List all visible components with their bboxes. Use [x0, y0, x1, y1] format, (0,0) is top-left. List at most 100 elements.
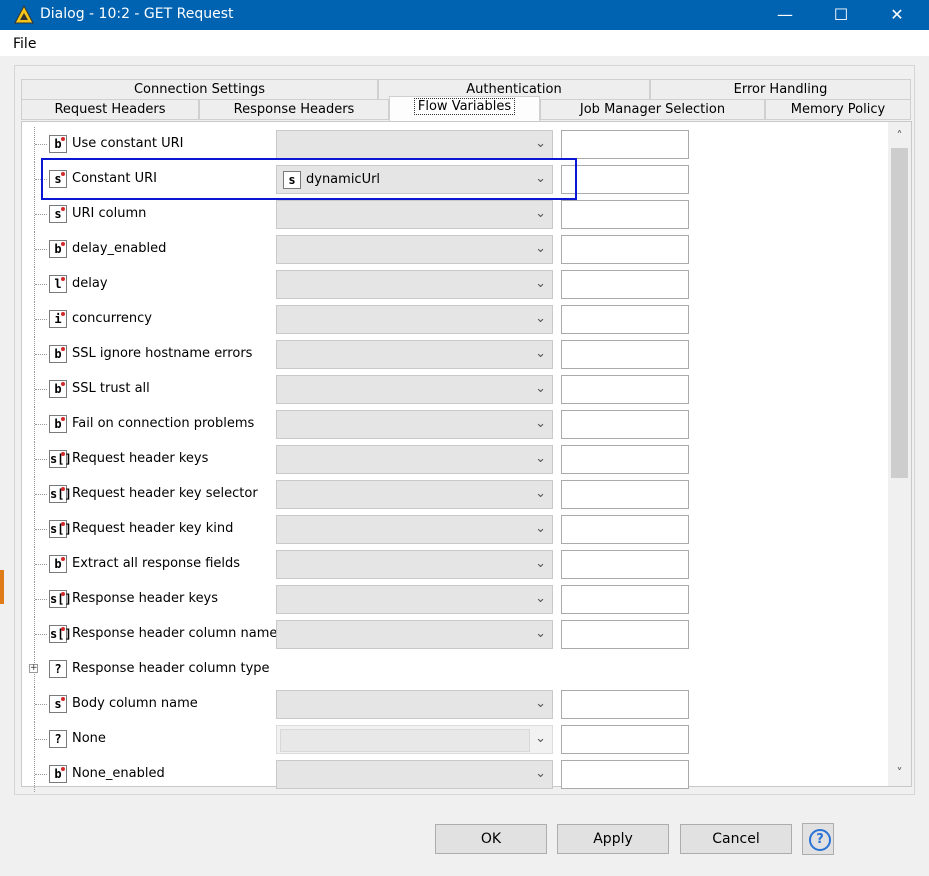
variable-name-field[interactable] [561, 760, 689, 789]
tree-branch [35, 214, 47, 215]
variable-name-field[interactable] [561, 375, 689, 404]
tree-branch [35, 634, 47, 635]
variable-select[interactable]: ⌄ [276, 270, 553, 299]
scroll-thumb[interactable] [891, 148, 908, 478]
variable-select[interactable]: ⌄ [276, 445, 553, 474]
tree-branch [35, 774, 47, 775]
tab-label: Request Headers [54, 102, 166, 117]
variable-name-field[interactable] [561, 410, 689, 439]
tab-label: Authentication [466, 82, 562, 97]
variable-label: delay [72, 276, 108, 291]
type-dot [61, 277, 65, 281]
variable-name-field[interactable] [561, 200, 689, 229]
tab-memory-policy[interactable]: Memory Policy [765, 99, 911, 120]
scroll-down-icon[interactable]: ˅ [888, 763, 911, 783]
type-b-icon: b [49, 555, 67, 573]
tab-label: Error Handling [733, 82, 828, 97]
variable-name-field[interactable] [561, 585, 689, 614]
variable-name-field[interactable] [561, 165, 689, 194]
tab-request-headers[interactable]: Request Headers [21, 99, 199, 120]
chevron-down-icon: ⌄ [535, 591, 546, 606]
variable-name-field[interactable] [561, 445, 689, 474]
variable-name-field[interactable] [561, 130, 689, 159]
variable-label: delay_enabled [72, 241, 167, 256]
variable-label: Response header column type [72, 661, 270, 676]
tab-flow-variables[interactable]: Flow Variables [389, 96, 540, 121]
tab-job-manager-selection[interactable]: Job Manager Selection [540, 99, 765, 120]
chevron-down-icon: ⌄ [535, 521, 546, 536]
type-s-array-icon: s[] [49, 520, 72, 538]
tab-error-handling[interactable]: Error Handling [650, 79, 911, 100]
variable-name-field[interactable] [561, 480, 689, 509]
variable-name-field[interactable] [561, 690, 689, 719]
variable-select[interactable]: ⌄ [276, 235, 553, 264]
tree-branch [35, 389, 47, 390]
type-s-array-icon: s[] [49, 590, 72, 608]
variable-label: concurrency [72, 311, 152, 326]
type-dot [61, 697, 65, 701]
variable-select[interactable]: ⌄ [276, 550, 553, 579]
variable-row: b SSL trust all ⌄ [22, 372, 890, 407]
variable-row: b Use constant URI ⌄ [22, 127, 890, 162]
ok-button[interactable]: OK [435, 824, 547, 854]
type-i-icon: i [49, 310, 67, 328]
variable-select[interactable]: ⌄ [276, 760, 553, 789]
type-dot [61, 207, 65, 211]
chevron-down-icon: ⌄ [535, 346, 546, 361]
variable-select[interactable]: ⌄ [276, 690, 553, 719]
cancel-button[interactable]: Cancel [680, 824, 792, 854]
variable-select[interactable]: ⌄ [276, 585, 553, 614]
variable-row: b None_enabled ⌄ [22, 757, 890, 792]
tab-connection-settings[interactable]: Connection Settings [21, 79, 378, 100]
variable-label: Request header key selector [72, 486, 258, 501]
variable-name-field[interactable] [561, 340, 689, 369]
variable-select[interactable]: ⌄ [276, 200, 553, 229]
variable-name-field[interactable] [561, 725, 689, 754]
variable-row: s[] Request header key kind ⌄ [22, 512, 890, 547]
flow-variables-panel: b Use constant URI ⌄ s Constant URI s dynamicU… [21, 121, 912, 792]
minimize-button[interactable]: — [762, 0, 808, 30]
type-dot [61, 417, 65, 421]
variable-row: s Body column name ⌄ [22, 687, 890, 722]
variable-select[interactable]: ⌄ [276, 515, 553, 544]
variable-name-field[interactable] [561, 270, 689, 299]
help-button[interactable]: ? [802, 823, 834, 855]
type-dot [61, 557, 65, 561]
variable-label: Use constant URI [72, 136, 184, 151]
window-title: Dialog - 10:2 - GET Request [40, 6, 234, 22]
variable-row: b SSL ignore hostname errors ⌄ [22, 337, 890, 372]
chevron-down-icon: ⌄ [535, 276, 546, 291]
variable-name-field[interactable] [561, 620, 689, 649]
maximize-button[interactable]: ☐ [818, 0, 864, 30]
tree-branch [35, 459, 47, 460]
vertical-scrollbar[interactable]: ˄ ˅ [888, 122, 911, 786]
tree-branch [35, 319, 47, 320]
type-b-icon: b [49, 240, 67, 258]
variable-select[interactable]: ⌄ [276, 375, 553, 404]
variable-select[interactable]: ⌄ [276, 340, 553, 369]
variable-select[interactable]: ⌄ [276, 480, 553, 509]
expand-icon[interactable]: + [29, 664, 38, 673]
menu-file[interactable]: File [13, 36, 36, 52]
variable-select[interactable]: ⌄ [276, 130, 553, 159]
type-b-icon: b [49, 135, 67, 153]
variable-select[interactable]: ⌄ [276, 305, 553, 334]
variable-select[interactable]: ⌄ [276, 620, 553, 649]
chevron-down-icon: ⌄ [535, 381, 546, 396]
close-button[interactable]: ✕ [874, 0, 920, 30]
scroll-up-icon[interactable]: ˄ [888, 126, 911, 146]
menu-bar: File [0, 30, 929, 56]
variable-label: Request header key kind [72, 521, 234, 536]
chevron-down-icon: ⌄ [535, 626, 546, 641]
tab-response-headers[interactable]: Response Headers [199, 99, 389, 120]
tab-label: Flow Variables [413, 98, 516, 115]
variable-name-field[interactable] [561, 235, 689, 264]
variable-name-field[interactable] [561, 515, 689, 544]
variable-name-field[interactable] [561, 550, 689, 579]
tree-branch [35, 354, 47, 355]
variable-label: Response header column name [72, 626, 278, 641]
type-unknown-icon: ? [49, 660, 67, 678]
apply-button[interactable]: Apply [557, 824, 669, 854]
variable-name-field[interactable] [561, 305, 689, 334]
variable-select[interactable]: ⌄ [276, 410, 553, 439]
